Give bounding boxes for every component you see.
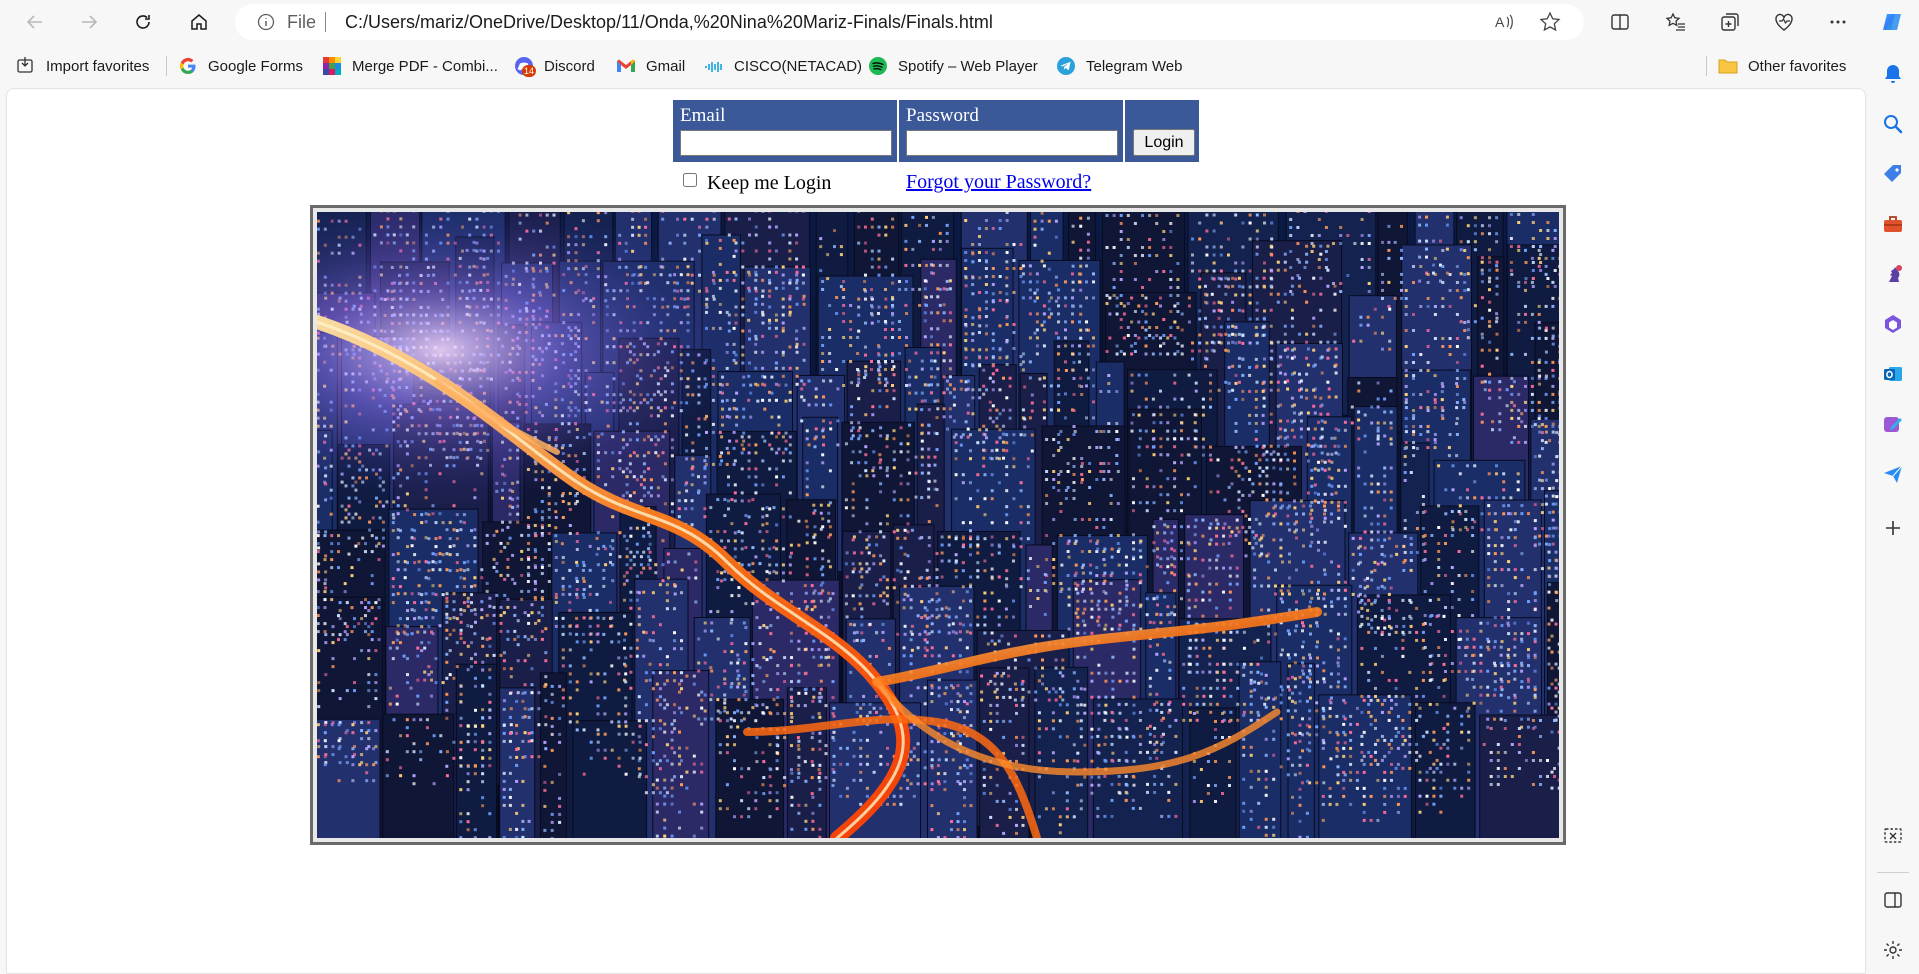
collections-icon[interactable]: [1718, 10, 1742, 34]
forward-button[interactable]: [74, 7, 104, 37]
favorite-other-favorites[interactable]: Other favorites: [1718, 54, 1846, 78]
keep-login-label: Keep me Login: [707, 171, 832, 194]
login-form: Email Password Login: [673, 100, 1203, 162]
keep-me-login[interactable]: Keep me Login: [683, 171, 831, 195]
password-field[interactable]: [906, 130, 1118, 156]
notifications-bell-icon[interactable]: [1879, 60, 1907, 88]
favorite-label: Google Forms: [208, 57, 304, 75]
split-screen-icon[interactable]: [1608, 10, 1632, 34]
night-city-photo: [317, 212, 1559, 838]
read-aloud-icon[interactable]: A: [1493, 11, 1515, 33]
google-icon: [178, 56, 198, 76]
sidebar-settings-gear-icon[interactable]: [1879, 936, 1907, 964]
page-viewport: Email Password Login Keep me Login Forgo…: [6, 88, 1866, 974]
refresh-icon: [136, 15, 150, 29]
tools-briefcase-icon[interactable]: [1879, 210, 1907, 238]
favorites-divider: [1706, 56, 1707, 76]
email-field[interactable]: [680, 130, 892, 156]
sidebar-divider: [1877, 872, 1909, 873]
import-favorites-icon: [16, 56, 36, 76]
favorite-star-icon[interactable]: [1539, 11, 1561, 33]
favorites-divider: [166, 56, 167, 76]
notification-badge: 14: [522, 65, 537, 77]
hero-image: [310, 205, 1566, 845]
favorite-label: Import favorites: [46, 57, 150, 75]
edge-sidebar: [1867, 44, 1919, 974]
favorite-google-forms[interactable]: Google Forms: [178, 54, 303, 78]
folder-icon: [1718, 56, 1738, 76]
back-button[interactable]: [20, 7, 50, 37]
address-url[interactable]: C:/Users/mariz/OneDrive/Desktop/11/Onda,…: [345, 13, 993, 31]
password-label: Password: [906, 105, 979, 126]
favorite-label: Discord: [544, 57, 595, 75]
home-button[interactable]: [184, 7, 214, 37]
favorite-label: Spotify – Web Player: [898, 57, 1038, 75]
outlook-icon[interactable]: [1879, 360, 1907, 388]
home-icon: [191, 14, 207, 30]
add-sidebar-app-icon[interactable]: [1879, 514, 1907, 542]
favorite-merge-pdf[interactable]: Merge PDF - Combi...: [322, 54, 498, 78]
favorite-cisco[interactable]: CISCO(NETACAD): [704, 54, 862, 78]
login-button-cell: Login: [1125, 100, 1199, 162]
telegram-icon: [1056, 56, 1076, 76]
shopping-tag-icon[interactable]: [1879, 160, 1907, 188]
email-label: Email: [680, 105, 726, 126]
designer-pen-icon[interactable]: [1879, 410, 1907, 438]
browser-toolbar: File C:/Users/mariz/OneDrive/Desktop/11/…: [0, 0, 1919, 44]
address-bar[interactable]: File C:/Users/mariz/OneDrive/Desktop/11/…: [235, 4, 1584, 40]
password-cell: Password: [899, 100, 1123, 162]
address-scheme: File: [287, 12, 317, 32]
favorite-import-favorites[interactable]: Import favorites: [16, 54, 149, 78]
spotify-icon: [868, 56, 888, 76]
favorite-label: Merge PDF - Combi...: [352, 57, 498, 75]
forgot-password-link[interactable]: Forgot your Password?: [906, 171, 1091, 194]
address-divider: [325, 12, 326, 32]
keep-login-checkbox[interactable]: [683, 173, 697, 187]
favorite-label: Other favorites: [1748, 57, 1847, 75]
discord-icon: 14: [514, 56, 537, 77]
browser-essentials-icon[interactable]: [1772, 10, 1796, 34]
cisco-icon: [704, 56, 724, 76]
copilot-icon[interactable]: [1880, 10, 1904, 34]
favorite-label: Telegram Web: [1086, 57, 1183, 75]
login-button[interactable]: Login: [1133, 129, 1195, 156]
favorite-label: CISCO(NETACAD): [734, 57, 863, 75]
hide-sidebar-icon[interactable]: [1879, 886, 1907, 914]
search-icon[interactable]: [1879, 110, 1907, 138]
forward-arrow-icon: [82, 15, 98, 29]
merge-pdf-icon: [322, 56, 342, 76]
microsoft-365-icon[interactable]: [1879, 310, 1907, 338]
info-icon[interactable]: [257, 13, 275, 31]
gmail-icon: [616, 56, 636, 76]
games-chess-icon[interactable]: [1879, 260, 1907, 288]
send-plane-icon[interactable]: [1879, 460, 1907, 488]
svg-text:A: A: [1495, 14, 1505, 30]
favorites-list-icon[interactable]: [1664, 10, 1688, 34]
refresh-button[interactable]: [128, 7, 158, 37]
screenshot-icon[interactable]: [1879, 822, 1907, 850]
favorite-spotify[interactable]: Spotify – Web Player: [868, 54, 1038, 78]
back-arrow-icon: [26, 15, 42, 29]
favorite-gmail[interactable]: Gmail: [616, 54, 685, 78]
favorite-discord[interactable]: 14 Discord: [514, 54, 595, 78]
email-cell: Email: [673, 100, 897, 162]
favorite-telegram[interactable]: Telegram Web: [1056, 54, 1182, 78]
more-menu-icon[interactable]: [1826, 10, 1850, 34]
favorite-label: Gmail: [646, 57, 686, 75]
